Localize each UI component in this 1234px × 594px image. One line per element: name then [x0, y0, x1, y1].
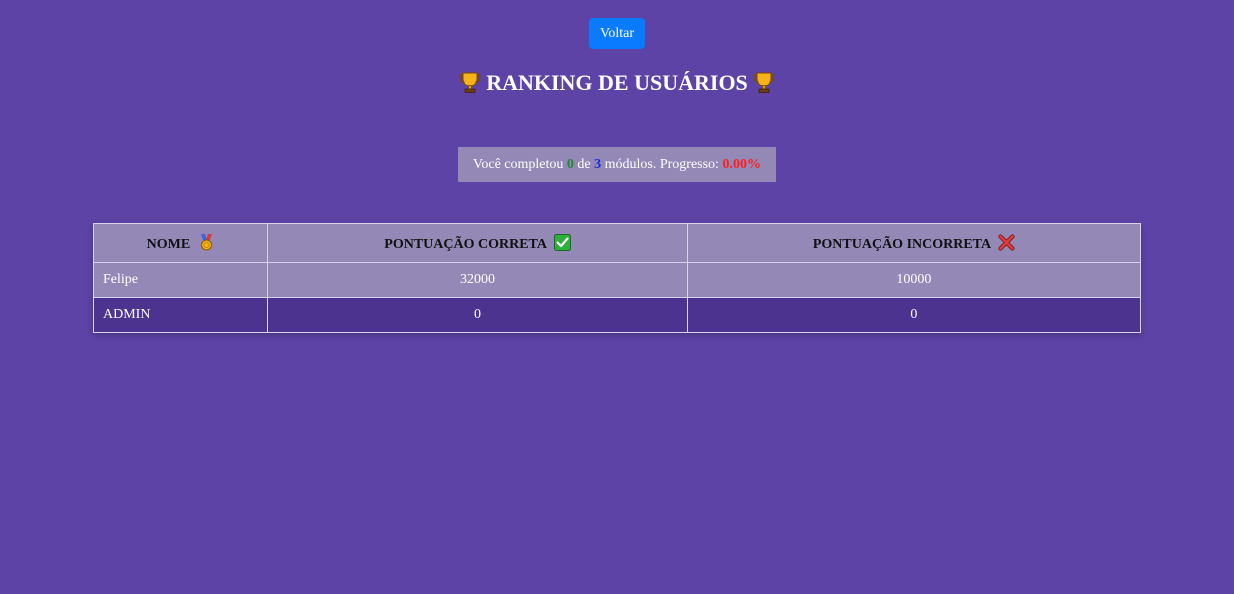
cell-incorrect: 0 [686, 297, 1142, 333]
completed-count: 0 [566, 157, 574, 172]
cell-correct: 32000 [267, 262, 688, 298]
trophy-icon [753, 72, 774, 93]
cell-correct: 0 [267, 297, 688, 333]
progress-percent: 0.00% [722, 157, 761, 172]
table-header-row: NOME PONTUAÇÃO CORRETA PONTUAÇÃO INCORRE… [92, 223, 1142, 263]
cross-mark-icon [998, 233, 1015, 251]
table-row: Felipe 32000 10000 [92, 262, 1142, 298]
progress-prefix: Você completou [473, 157, 564, 172]
medal-icon [200, 233, 212, 250]
table-row: ADMIN 0 0 [92, 297, 1142, 333]
check-mark-icon [553, 233, 571, 251]
trophy-icon [460, 72, 481, 93]
column-header-correct: PONTUAÇÃO CORRETA [267, 223, 688, 263]
progress-of: de [577, 157, 591, 172]
cell-incorrect: 10000 [686, 262, 1142, 298]
page-title: RANKING DE USUÁRIOS [0, 68, 1234, 98]
progress-middle: módulos. Progresso: [604, 157, 719, 172]
title-text: RANKING DE USUÁRIOS [486, 70, 748, 95]
progress-summary: Você completou 0 de 3 módulos. Progresso… [458, 147, 776, 182]
column-header-incorrect: PONTUAÇÃO INCORRETA [686, 223, 1142, 263]
ranking-page: Voltar RANKING DE USUÁRIOS Você completo… [0, 0, 1234, 594]
back-button[interactable]: Voltar [589, 18, 645, 49]
column-header-label: PONTUAÇÃO INCORRETA [812, 236, 991, 252]
cell-name: ADMIN [92, 297, 269, 333]
cell-name: Felipe [92, 262, 269, 298]
ranking-table: NOME PONTUAÇÃO CORRETA PONTUAÇÃO INCORRE… [92, 223, 1142, 333]
total-count: 3 [594, 157, 602, 172]
column-header-label: PONTUAÇÃO CORRETA [384, 236, 547, 252]
column-header-label: NOME [146, 236, 191, 252]
column-header-name: NOME [92, 223, 269, 263]
